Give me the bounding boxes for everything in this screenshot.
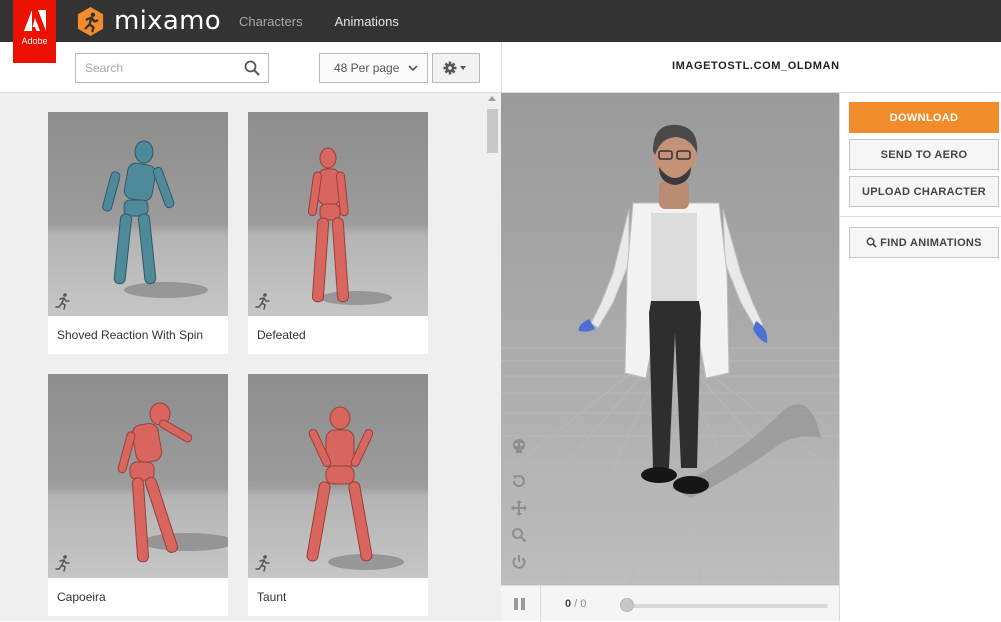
running-man-icon — [255, 293, 270, 310]
animation-thumbnail — [248, 374, 428, 578]
animation-thumbnail — [48, 374, 228, 578]
animation-thumbnail — [48, 112, 228, 316]
adobe-logo-icon — [23, 10, 46, 32]
mixamo-brand[interactable]: mixamo — [75, 3, 221, 39]
character-figure — [306, 406, 404, 570]
search-input[interactable] — [76, 54, 236, 82]
animation-card[interactable]: Shoved Reaction With Spin — [48, 112, 228, 354]
animation-label: Shoved Reaction With Spin — [57, 328, 204, 342]
figure-body — [306, 406, 374, 562]
animation-label: Taunt — [257, 590, 287, 604]
frame-total: 0 — [580, 598, 587, 610]
upload-character-button[interactable]: UPLOAD CHARACTER — [849, 176, 999, 207]
animation-card[interactable]: Capoeira — [48, 374, 228, 616]
animation-grid: Shoved Reaction With Spin Defeated Capoe… — [0, 93, 501, 621]
nav-animations[interactable]: Animations — [335, 14, 399, 29]
top-nav-bar: mixamo Characters Animations — [0, 0, 1001, 42]
running-man-icon — [55, 293, 70, 310]
figure-body — [307, 147, 350, 303]
frame-counter: 0 / 0 — [565, 598, 586, 610]
character-figure — [117, 402, 228, 563]
settings-button[interactable] — [432, 53, 480, 83]
timeline-track[interactable] — [625, 604, 828, 608]
send-to-aero-button[interactable]: SEND TO AERO — [849, 139, 999, 170]
adobe-word: Adobe — [21, 36, 48, 46]
panel-divider — [840, 216, 1001, 217]
brand-name: mixamo — [114, 6, 221, 36]
oldman-character — [578, 124, 768, 494]
search-icon[interactable] — [244, 60, 260, 76]
frame-separator: / — [571, 598, 581, 610]
floor-grid — [501, 124, 839, 585]
chevron-down-icon — [408, 65, 418, 72]
skeleton-icon[interactable] — [511, 438, 527, 454]
animation-card[interactable]: Taunt — [248, 374, 428, 616]
scroll-thumb[interactable] — [487, 109, 498, 153]
per-page-select[interactable]: 48 Per page — [319, 53, 428, 83]
figure-body — [102, 140, 175, 285]
animation-label: Defeated — [257, 328, 306, 342]
running-man-icon — [255, 555, 270, 572]
viewport-tools — [511, 438, 529, 585]
nav-characters[interactable]: Characters — [239, 14, 303, 29]
gear-icon — [443, 61, 466, 75]
viewer-header: IMAGETOSTL.COM_OLDMAN — [501, 42, 1001, 93]
search-box — [75, 53, 269, 83]
rotate-icon[interactable] — [511, 473, 527, 489]
pause-icon[interactable] — [513, 597, 527, 611]
mixamo-logo-icon — [77, 6, 104, 36]
download-button[interactable]: DOWNLOAD — [849, 102, 999, 133]
zoom-icon[interactable] — [511, 527, 527, 543]
animation-card[interactable]: Defeated — [248, 112, 428, 354]
find-animations-label: FIND ANIMATIONS — [880, 236, 982, 249]
adobe-badge[interactable]: Adobe — [13, 0, 56, 63]
actions-panel: DOWNLOAD SEND TO AERO UPLOAD CHARACTER F… — [839, 93, 1001, 621]
power-icon[interactable] — [511, 554, 527, 570]
grid-scrollbar[interactable] — [485, 93, 500, 621]
character-figure — [307, 147, 392, 305]
playback-bar: 0 / 0 — [501, 585, 839, 622]
animation-thumbnail — [248, 112, 428, 316]
pan-icon[interactable] — [511, 500, 527, 516]
animation-toolbar: 48 Per page — [0, 42, 501, 93]
character-name: IMAGETOSTL.COM_OLDMAN — [672, 60, 840, 72]
find-animations-button[interactable]: FIND ANIMATIONS — [849, 227, 999, 258]
search-icon — [866, 237, 877, 248]
3d-viewport[interactable] — [501, 93, 839, 585]
character-figure — [102, 140, 208, 298]
playbar-divider — [540, 586, 541, 622]
per-page-value: 48 Per page — [334, 61, 400, 75]
scroll-up-arrow-icon[interactable] — [488, 96, 496, 101]
animation-label: Capoeira — [57, 590, 106, 604]
running-man-icon — [55, 555, 70, 572]
main-nav: Characters Animations — [239, 0, 431, 42]
timeline-scrubber[interactable] — [620, 598, 634, 612]
